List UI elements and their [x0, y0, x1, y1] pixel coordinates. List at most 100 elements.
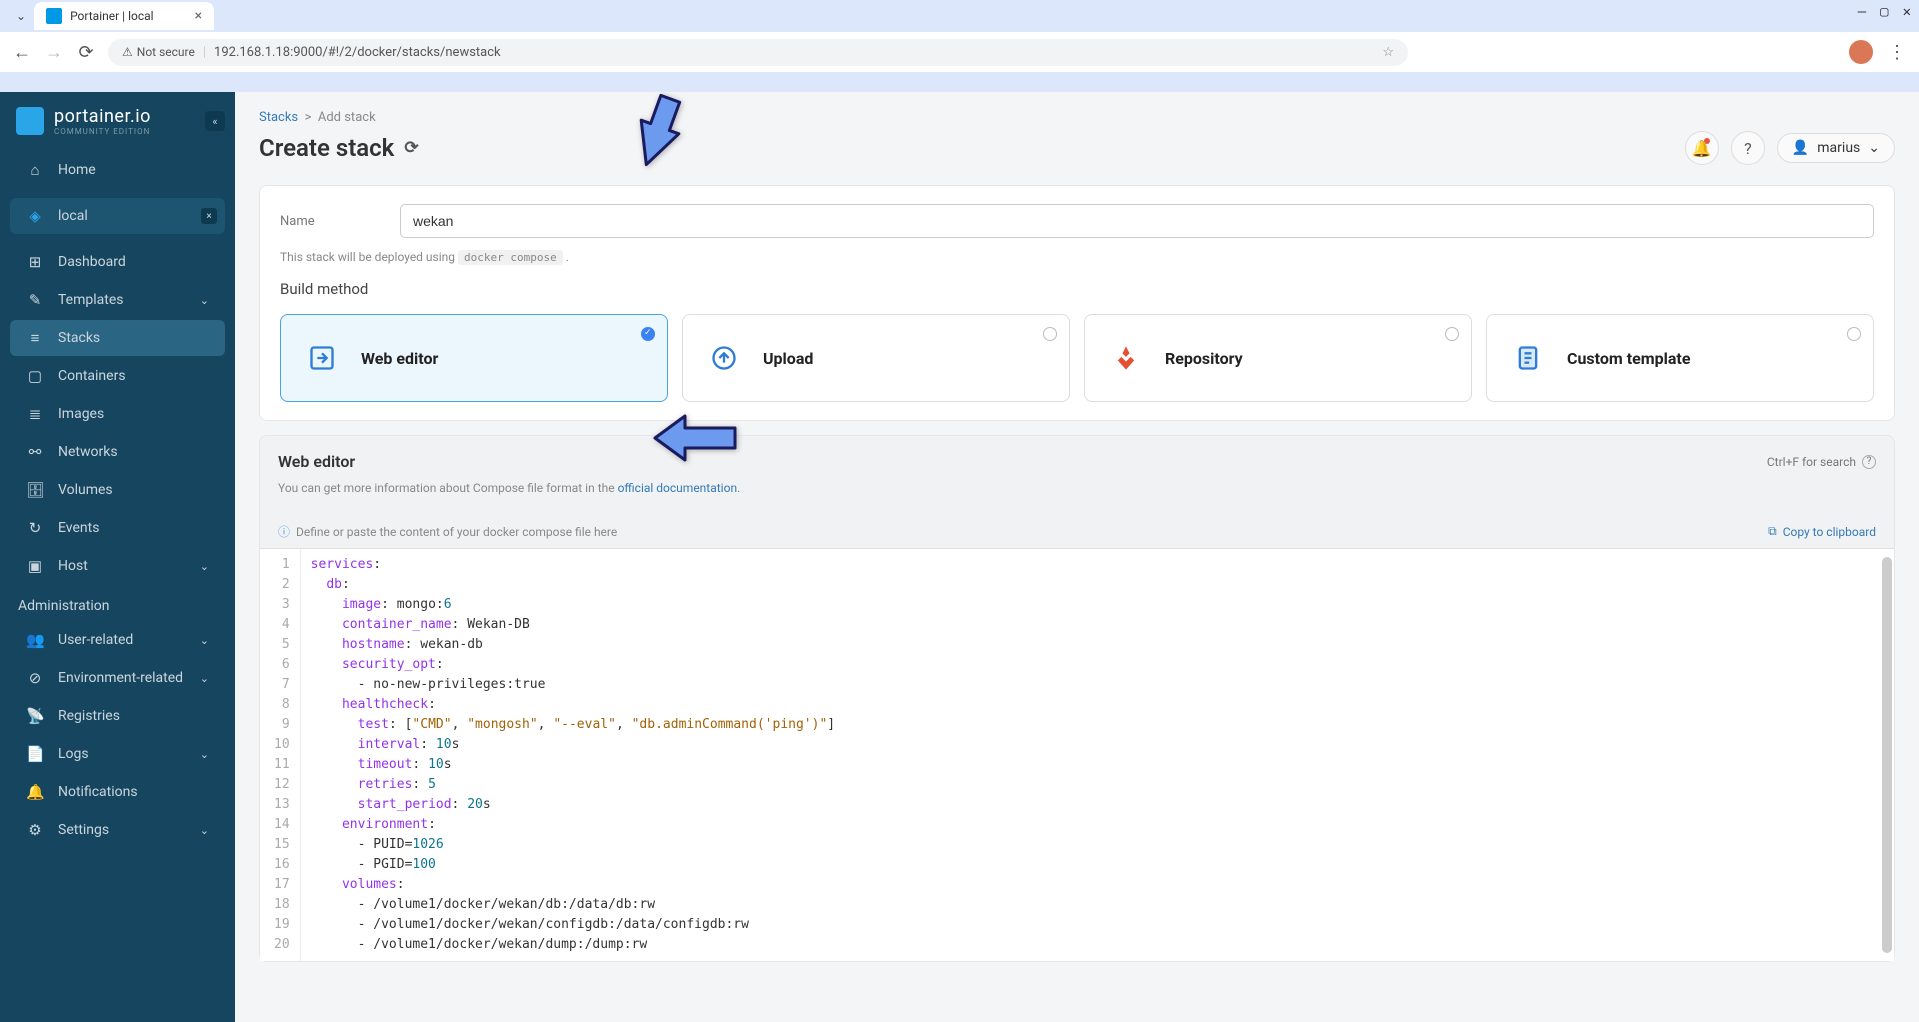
- url-bar[interactable]: ⚠ Not secure | 192.168.1.18:9000/#!/2/do…: [108, 39, 1408, 66]
- nav-icon: ↻: [26, 519, 44, 537]
- refresh-page-icon[interactable]: ⟳: [404, 138, 418, 158]
- refresh-icon[interactable]: ⟳: [76, 42, 96, 63]
- close-env-icon[interactable]: ×: [201, 208, 217, 224]
- breadcrumb-parent[interactable]: Stacks: [259, 110, 298, 125]
- sidebar-item-events[interactable]: ↻Events: [10, 510, 225, 546]
- sidebar-item-environment-related[interactable]: ⊘ Environment-related ⌄: [10, 660, 225, 696]
- star-icon[interactable]: ☆: [1382, 45, 1394, 60]
- code-line[interactable]: healthcheck:: [311, 695, 1884, 715]
- sidebar-item-host[interactable]: ▣ Host ⌄: [10, 548, 225, 584]
- sidebar-item-label: Images: [58, 406, 104, 422]
- close-window-icon[interactable]: ✕: [1903, 4, 1911, 20]
- code-line[interactable]: hostname: wekan-db: [311, 635, 1884, 655]
- sidebar-item-stacks[interactable]: ≡Stacks: [10, 320, 225, 356]
- code-line[interactable]: - /volume1/docker/wekan/db:/data/db:rw: [311, 895, 1884, 915]
- code-line[interactable]: - /volume1/docker/wekan/dump:/dump:rw: [311, 935, 1884, 955]
- code-line[interactable]: - no-new-privileges:true: [311, 675, 1884, 695]
- maximize-icon[interactable]: ▢: [1880, 4, 1888, 20]
- logo-title: portainer.io: [54, 106, 151, 127]
- sidebar-logo[interactable]: portainer.io COMMUNITY EDITION «: [0, 92, 235, 150]
- code-editor[interactable]: 1234567891011121314151617181920 services…: [260, 548, 1894, 961]
- home-icon: ⌂: [26, 161, 44, 179]
- copy-to-clipboard[interactable]: ⧉ Copy to clipboard: [1768, 523, 1876, 540]
- collapse-sidebar-icon[interactable]: «: [205, 111, 225, 131]
- browser-tab[interactable]: Portainer | local ×: [34, 2, 214, 30]
- name-input[interactable]: [400, 204, 1874, 238]
- chevron-down-icon: ⌄: [200, 672, 209, 685]
- chevron-down-icon: ⌄: [200, 560, 209, 573]
- docs-link[interactable]: official documentation: [618, 481, 738, 495]
- sidebar-item-label: Logs: [58, 746, 89, 762]
- sidebar-item-dashboard[interactable]: ⊞Dashboard: [10, 244, 225, 280]
- code-line[interactable]: container_name: Wekan-DB: [311, 615, 1884, 635]
- help-button[interactable]: ?: [1731, 131, 1765, 165]
- tab-list-dropdown-icon[interactable]: ⌄: [8, 9, 34, 23]
- sidebar-item-user-related[interactable]: 👥User-related⌄: [10, 622, 225, 658]
- code-body[interactable]: services: db: image: mongo:6 container_n…: [301, 549, 1894, 961]
- back-icon[interactable]: ←: [12, 42, 32, 63]
- code-line[interactable]: - /volume1/docker/wekan/configdb:/data/c…: [311, 915, 1884, 935]
- chevron-down-icon: ⌄: [1868, 140, 1880, 156]
- nav-icon: ✎: [26, 291, 44, 309]
- profile-avatar[interactable]: [1849, 40, 1873, 64]
- name-card: Name This stack will be deployed using d…: [259, 185, 1895, 421]
- user-menu[interactable]: 👤 marius ⌄: [1777, 133, 1895, 163]
- url-text: 192.168.1.18:9000/#!/2/docker/stacks/new…: [214, 45, 501, 60]
- sidebar-item-settings[interactable]: ⚙Settings⌄: [10, 812, 225, 848]
- code-line[interactable]: image: mongo:6: [311, 595, 1884, 615]
- sidebar-item-volumes[interactable]: 🗄Volumes: [10, 472, 225, 508]
- sidebar-item-home[interactable]: ⌂ Home: [10, 152, 225, 188]
- code-line[interactable]: interval: 10s: [311, 735, 1884, 755]
- nav-icon: ▣: [26, 557, 44, 575]
- line-gutter: 1234567891011121314151617181920: [260, 549, 301, 961]
- code-line[interactable]: services:: [311, 555, 1884, 575]
- code-line[interactable]: test: ["CMD", "mongosh", "--eval", "db.a…: [311, 715, 1884, 735]
- sidebar-item-images[interactable]: ≣Images: [10, 396, 225, 432]
- code-line[interactable]: timeout: 10s: [311, 755, 1884, 775]
- radio-indicator: [1043, 327, 1057, 341]
- sidebar-item-logs[interactable]: 📄 Logs ⌄: [10, 736, 225, 772]
- code-line[interactable]: - PUID=1026: [311, 835, 1884, 855]
- sidebar-item-notifications[interactable]: 🔔Notifications: [10, 774, 225, 810]
- option-label: Custom template: [1567, 349, 1691, 368]
- code-line[interactable]: volumes:: [311, 875, 1884, 895]
- build-option-repository[interactable]: Repository: [1084, 314, 1472, 402]
- code-line[interactable]: - PGID=100: [311, 855, 1884, 875]
- sidebar-item-containers[interactable]: ▢Containers: [10, 358, 225, 394]
- chevron-down-icon: ⌄: [200, 294, 209, 307]
- sidebar-item-environment[interactable]: ◈ local ×: [10, 198, 225, 234]
- minimize-icon[interactable]: —: [1858, 4, 1866, 20]
- sidebar-item-registries[interactable]: 📡Registries: [10, 698, 225, 734]
- sidebar-item-label: Environment-related: [58, 670, 183, 686]
- scrollbar[interactable]: [1882, 557, 1892, 953]
- sidebar-item-label: Networks: [58, 444, 118, 460]
- menu-icon[interactable]: ⋮: [1887, 42, 1907, 63]
- notifications-button[interactable]: 🔔: [1685, 131, 1719, 165]
- code-line[interactable]: retries: 5: [311, 775, 1884, 795]
- option-label: Repository: [1165, 349, 1243, 368]
- code-line[interactable]: security_opt:: [311, 655, 1884, 675]
- nav-icon: 📄: [26, 745, 44, 763]
- build-option-custom-template[interactable]: Custom template: [1486, 314, 1874, 402]
- build-option-web-editor[interactable]: Web editor: [280, 314, 668, 402]
- code-line[interactable]: db:: [311, 575, 1884, 595]
- sidebar-item-networks[interactable]: ⚯Networks: [10, 434, 225, 470]
- warning-icon: ⚠: [122, 45, 133, 59]
- code-line[interactable]: start_period: 20s: [311, 795, 1884, 815]
- nav-icon: 📡: [26, 707, 44, 725]
- sidebar-item-label: local: [58, 208, 88, 224]
- info-icon: ⓘ: [278, 523, 290, 540]
- security-badge[interactable]: ⚠ Not secure: [122, 45, 195, 59]
- option-icon: [301, 337, 343, 379]
- forward-icon[interactable]: →: [44, 42, 64, 63]
- chevron-down-icon: ⌄: [200, 748, 209, 761]
- question-icon[interactable]: ?: [1862, 455, 1876, 469]
- window-controls: — ▢ ✕: [1858, 4, 1911, 20]
- code-line[interactable]: environment:: [311, 815, 1884, 835]
- close-icon[interactable]: ×: [195, 8, 202, 24]
- sidebar-item-label: Host: [58, 558, 88, 574]
- page-title: Create stack ⟳: [259, 134, 419, 162]
- build-option-upload[interactable]: Upload: [682, 314, 1070, 402]
- sidebar-item-templates[interactable]: ✎Templates⌄: [10, 282, 225, 318]
- nav-icon: ⊘: [26, 669, 44, 687]
